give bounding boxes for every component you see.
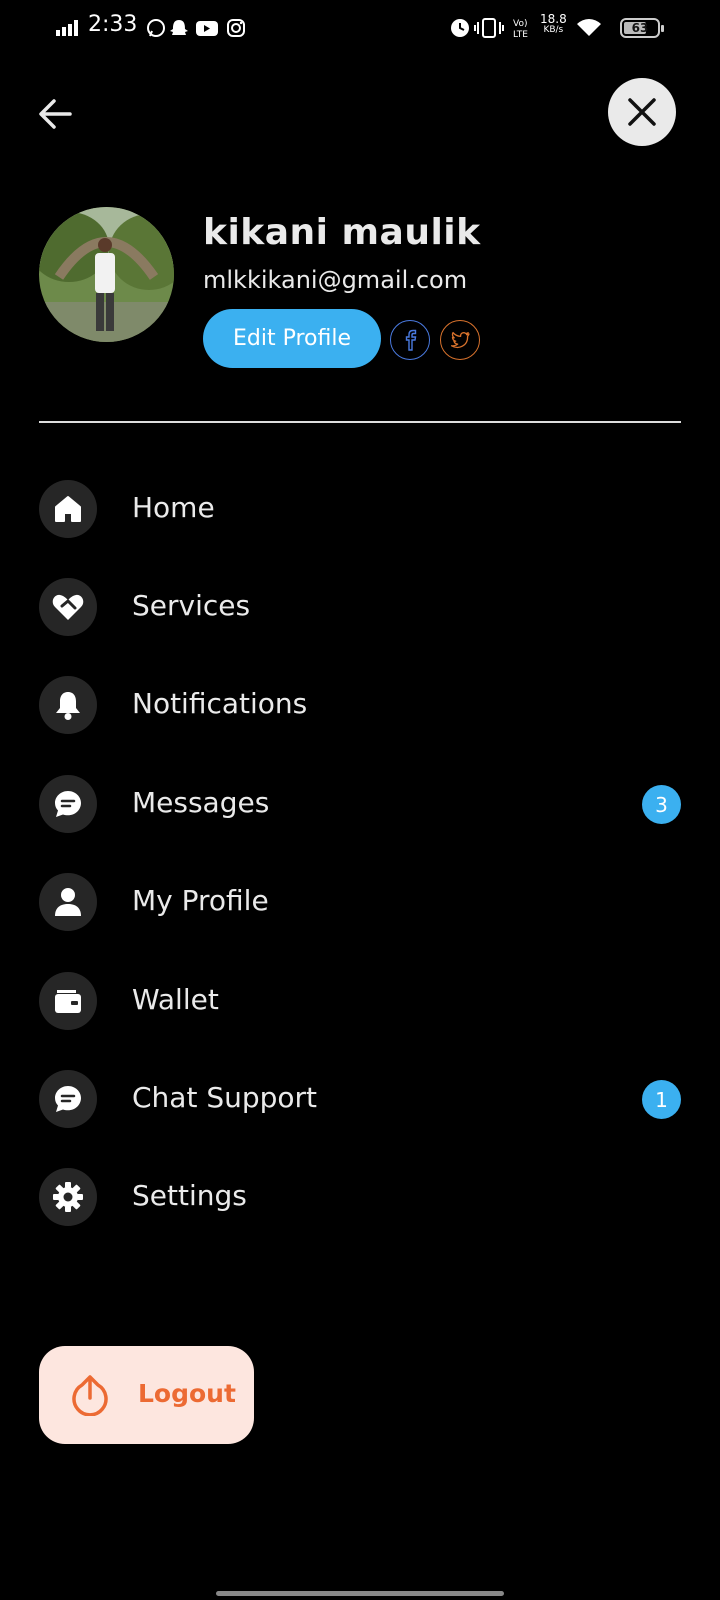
menu-label: Settings: [132, 1179, 247, 1212]
bell-icon: [39, 676, 97, 734]
arrow-left-icon: [39, 99, 72, 129]
menu-item-notifications[interactable]: Notifications: [39, 676, 681, 736]
menu-label: My Profile: [132, 884, 269, 917]
person-icon: [39, 873, 97, 931]
menu-item-my-profile[interactable]: My Profile: [39, 873, 681, 933]
heart-handshake-icon: [39, 578, 97, 636]
menu-label: Chat Support: [132, 1081, 318, 1114]
facebook-button[interactable]: [390, 320, 430, 360]
back-button[interactable]: [36, 94, 76, 134]
logout-button[interactable]: Logout: [39, 1346, 254, 1444]
notification-app-icons: [147, 19, 245, 37]
avatar[interactable]: [39, 207, 174, 342]
divider: [39, 421, 681, 423]
status-bar: 2:33 Vo) LTE 18.8 KB/s 63: [0, 0, 720, 56]
menu-item-settings[interactable]: Settings: [39, 1168, 681, 1228]
edit-profile-button[interactable]: Edit Profile: [203, 309, 381, 368]
menu-label: Services: [132, 589, 251, 622]
menu-item-wallet[interactable]: Wallet: [39, 972, 681, 1032]
facebook-icon: [405, 329, 417, 351]
battery-icon: 63: [620, 18, 664, 38]
profile-email: mlkkikani@gmail.com: [203, 266, 468, 294]
logout-label: Logout: [138, 1379, 236, 1408]
menu-label: Messages: [132, 786, 270, 819]
profile-name: kikani maulik: [203, 212, 481, 253]
unread-badge: 1: [642, 1080, 681, 1119]
twitter-button[interactable]: [440, 320, 480, 360]
status-right-icons: Vo) LTE: [451, 18, 528, 40]
svg-text:LTE: LTE: [513, 30, 528, 40]
menu-label: Home: [132, 491, 215, 524]
gear-icon: [39, 1168, 97, 1226]
close-button[interactable]: [608, 78, 676, 146]
menu-item-services[interactable]: Services: [39, 578, 681, 638]
home-indicator[interactable]: [216, 1591, 504, 1596]
unread-badge: 3: [642, 785, 681, 824]
menu-label: Wallet: [132, 983, 219, 1016]
chat-bubble-icon: [39, 775, 97, 833]
menu-label: Notifications: [132, 687, 308, 720]
menu-item-chat-support[interactable]: Chat Support 1: [39, 1070, 681, 1130]
wifi-icon: [577, 19, 601, 36]
power-icon: [72, 1375, 108, 1416]
signal-icon: [56, 20, 78, 36]
network-speed: 18.8 KB/s: [540, 12, 567, 35]
avatar-photo: [39, 207, 174, 342]
home-icon: [39, 480, 97, 538]
svg-text:Vo): Vo): [513, 19, 527, 29]
wallet-icon: [39, 972, 97, 1030]
close-icon: [628, 98, 656, 126]
menu-item-home[interactable]: Home: [39, 480, 681, 540]
menu-item-messages[interactable]: Messages 3: [39, 775, 681, 835]
chat-bubble-icon: [39, 1070, 97, 1128]
twitter-icon: [450, 331, 470, 349]
status-time: 2:33: [88, 12, 138, 37]
